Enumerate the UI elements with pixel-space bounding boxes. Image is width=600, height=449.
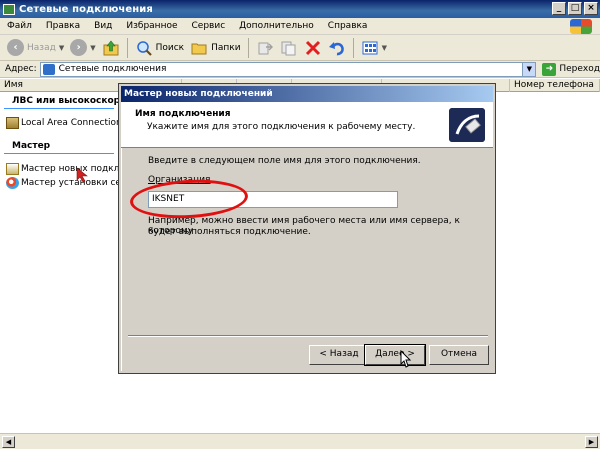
column-header-phone[interactable]: Номер телефона или а [510, 79, 600, 103]
window-title: Сетевые подключения [19, 3, 153, 15]
lan-connection-icon [6, 117, 19, 129]
undo-button[interactable] [325, 37, 349, 59]
network-connections-icon [42, 63, 55, 75]
back-arrow-icon: ‹ [7, 39, 24, 56]
copy-to-button[interactable] [277, 37, 301, 59]
address-input[interactable]: Сетевые подключения ▼ [39, 61, 537, 77]
copy-to-icon [281, 41, 296, 55]
window-controls: _ □ × [552, 2, 598, 15]
menu-file[interactable]: Файл [0, 21, 39, 31]
red-pointer-icon [76, 167, 88, 183]
folders-button[interactable]: Папки [187, 37, 243, 59]
list-item-label: Local Area Connection [21, 118, 122, 128]
minimize-button[interactable]: _ [552, 2, 566, 15]
menu-favorites[interactable]: Избранное [119, 21, 184, 31]
folder-up-icon [103, 40, 119, 55]
go-arrow-icon: ➜ [542, 62, 557, 76]
views-button[interactable]: ▼ [358, 37, 390, 59]
undo-icon [328, 41, 344, 55]
next-button[interactable]: Далее > [364, 344, 426, 366]
folders-icon [191, 43, 207, 54]
move-to-icon [258, 42, 273, 54]
up-folder-button[interactable] [99, 37, 123, 59]
scroll-right-button[interactable]: ▶ [585, 436, 598, 448]
back-button[interactable]: ‹ Назад ▼ [4, 37, 67, 59]
toolbar-separator [247, 37, 249, 58]
toolbar-separator [352, 37, 354, 58]
window-titlebar: Сетевые подключения _ □ × [0, 0, 600, 18]
dialog-title: Мастер новых подключений [121, 86, 493, 102]
toolbar-separator [126, 37, 128, 58]
menu-help[interactable]: Справка [321, 21, 375, 31]
move-to-button[interactable] [253, 37, 277, 59]
group-header-wizard: Мастер [12, 141, 51, 151]
go-label: Переход [559, 64, 600, 74]
network-setup-icon [6, 177, 19, 189]
menu-advanced[interactable]: Дополнительно [232, 21, 321, 31]
example-text-line2: будет выполняться подключение. [148, 227, 311, 237]
chevron-down-icon: ▼ [381, 43, 387, 52]
address-bar: Адрес: Сетевые подключения ▼ ➜ Переход [0, 61, 600, 78]
network-cable-icon [449, 108, 485, 142]
chevron-down-icon: ▼ [58, 43, 65, 52]
group-divider [4, 153, 114, 154]
windows-logo-icon [570, 19, 592, 34]
list-item-network-setup-wizard[interactable]: Мастер установки сети [6, 177, 132, 189]
menu-view[interactable]: Вид [87, 21, 119, 31]
views-grid-icon [362, 41, 378, 54]
back-dialog-button[interactable]: < Назад [309, 345, 369, 365]
group-divider [4, 108, 114, 109]
horizontal-scrollbar[interactable]: ◀ ▶ [0, 433, 600, 449]
mouse-cursor-icon [400, 350, 412, 368]
network-folder-icon [3, 3, 15, 15]
scroll-left-button[interactable]: ◀ [2, 436, 15, 448]
wizard-icon [6, 163, 19, 175]
search-label: Поиск [155, 42, 185, 53]
maximize-button[interactable]: □ [568, 2, 582, 15]
cancel-button[interactable]: Отмена [429, 345, 489, 365]
menu-edit[interactable]: Правка [39, 21, 87, 31]
dialog-instruction: Введите в следующем поле имя для этого п… [148, 156, 421, 166]
forward-arrow-icon: › [70, 39, 88, 56]
back-label: Назад [27, 42, 56, 53]
list-item-local-area-connection[interactable]: Local Area Connection [6, 117, 122, 129]
dialog-heading: Имя подключения [135, 109, 231, 119]
delete-x-icon [305, 40, 320, 55]
folders-label: Папки [211, 42, 241, 53]
search-icon [136, 40, 152, 56]
address-dropdown-button[interactable]: ▼ [522, 62, 536, 76]
menu-tools[interactable]: Сервис [185, 21, 233, 31]
close-button[interactable]: × [584, 2, 598, 15]
new-connection-wizard-dialog: Мастер новых подключений Имя подключения… [119, 84, 495, 373]
delete-button[interactable] [301, 37, 325, 59]
toolbar: ‹ Назад ▼ › ▼ Поиск Папки ▼ [0, 35, 600, 61]
dialog-header: Имя подключения Укажите имя для этого по… [121, 102, 493, 148]
dialog-separator [128, 335, 488, 337]
menu-bar: Файл Правка Вид Избранное Сервис Дополни… [0, 18, 600, 35]
forward-button[interactable]: › ▼ [67, 37, 98, 59]
search-button[interactable]: Поиск [132, 37, 188, 59]
address-value: Сетевые подключения [58, 64, 167, 74]
dialog-subheading: Укажите имя для этого подключения к рабо… [147, 122, 416, 132]
go-button[interactable]: ➜ Переход [542, 62, 600, 76]
address-label: Адрес: [5, 64, 37, 74]
chevron-down-icon: ▼ [90, 43, 96, 52]
